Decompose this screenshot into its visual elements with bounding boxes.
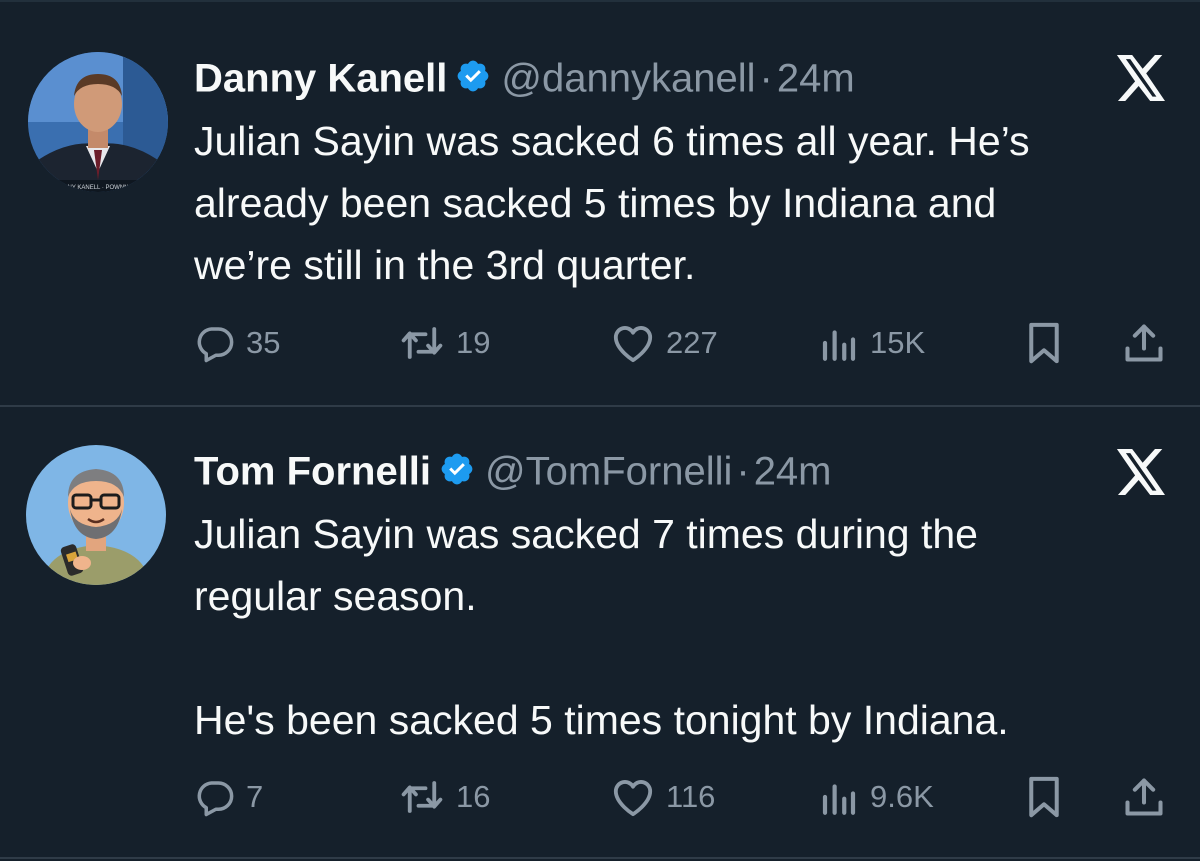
share-button[interactable] bbox=[1122, 318, 1166, 368]
tweet-card[interactable]: NY KANELL · POWNN Danny Kanell @dannykan… bbox=[0, 0, 1200, 406]
avatar[interactable] bbox=[26, 445, 166, 585]
tweet-actions: 35 19 227 15K bbox=[0, 318, 1200, 368]
repost-count: 16 bbox=[456, 779, 491, 814]
like-icon bbox=[613, 326, 653, 363]
author-name[interactable]: Danny Kanell bbox=[194, 56, 447, 100]
avatar-caption: NY KANELL · POWNN bbox=[67, 185, 128, 191]
verified-badge-icon bbox=[458, 61, 489, 92]
reply-button[interactable]: 35 bbox=[194, 318, 280, 368]
like-button[interactable]: 116 bbox=[610, 772, 715, 822]
like-count: 227 bbox=[666, 325, 718, 360]
tweet-text: Julian Sayin was sacked 7 times during t… bbox=[194, 503, 1184, 751]
tweet-text-line: Julian Sayin was sacked 7 times during t… bbox=[194, 511, 978, 557]
avatar[interactable]: NY KANELL · POWNN bbox=[28, 52, 168, 192]
views-button[interactable]: 15K bbox=[818, 318, 925, 368]
tweet-text-line: we’re still in the 3rd quarter. bbox=[194, 242, 696, 288]
divider bbox=[0, 857, 1200, 859]
separator-dot: · bbox=[759, 56, 773, 101]
verified-badge-icon bbox=[441, 454, 473, 485]
timestamp[interactable]: 24m bbox=[777, 56, 855, 100]
tweet-header: Danny Kanell @dannykanell · 24m bbox=[194, 52, 855, 102]
author-name[interactable]: Tom Fornelli bbox=[194, 449, 431, 493]
x-logo-icon bbox=[1116, 449, 1165, 495]
avatar-image: NY KANELL · POWNN bbox=[28, 52, 168, 192]
like-button[interactable]: 227 bbox=[610, 318, 718, 368]
bookmark-icon bbox=[1029, 776, 1059, 818]
repost-count: 19 bbox=[456, 325, 491, 360]
views-icon bbox=[822, 784, 856, 815]
views-button[interactable]: 9.6K bbox=[818, 772, 934, 822]
author-handle[interactable]: @dannykanell bbox=[501, 56, 755, 100]
reply-button[interactable]: 7 bbox=[194, 772, 263, 822]
share-icon bbox=[1125, 324, 1163, 362]
reply-icon bbox=[197, 327, 234, 363]
bookmark-icon bbox=[1029, 322, 1059, 364]
tweet-text-line: He's been sacked 5 times tonight by Indi… bbox=[194, 697, 1009, 743]
reply-icon bbox=[197, 781, 234, 817]
bookmark-button[interactable] bbox=[1024, 772, 1064, 822]
x-logo-icon bbox=[1116, 55, 1165, 101]
tweet-text: Julian Sayin was sacked 6 times all year… bbox=[194, 110, 1184, 296]
views-icon bbox=[822, 330, 856, 361]
bookmark-button[interactable] bbox=[1024, 318, 1064, 368]
tweet-actions: 7 16 116 9.6K bbox=[0, 772, 1200, 822]
author-handle[interactable]: @TomFornelli bbox=[485, 449, 732, 493]
reply-count: 35 bbox=[246, 325, 281, 360]
tweet-card[interactable]: Tom Fornelli @TomFornelli · 24m Julian Say… bbox=[0, 405, 1200, 859]
tweet-header: Tom Fornelli @TomFornelli · 24m bbox=[194, 445, 832, 495]
share-button[interactable] bbox=[1122, 772, 1166, 822]
repost-button[interactable]: 16 bbox=[398, 772, 490, 822]
avatar-image bbox=[26, 445, 166, 585]
repost-icon bbox=[401, 327, 443, 359]
share-icon bbox=[1125, 778, 1163, 816]
separator-dot: · bbox=[736, 449, 750, 494]
views-count: 9.6K bbox=[870, 779, 934, 814]
tweet-text-line: already been sacked 5 times by Indiana a… bbox=[194, 180, 997, 226]
repost-button[interactable]: 19 bbox=[398, 318, 490, 368]
reply-count: 7 bbox=[246, 779, 264, 814]
views-count: 15K bbox=[870, 325, 926, 360]
timestamp[interactable]: 24m bbox=[754, 449, 832, 493]
like-count: 116 bbox=[666, 779, 716, 814]
like-icon bbox=[613, 780, 653, 817]
tweet-text-line: Julian Sayin was sacked 6 times all year… bbox=[194, 118, 1030, 164]
repost-icon bbox=[401, 781, 443, 813]
tweet-text-line: regular season. bbox=[194, 573, 477, 619]
